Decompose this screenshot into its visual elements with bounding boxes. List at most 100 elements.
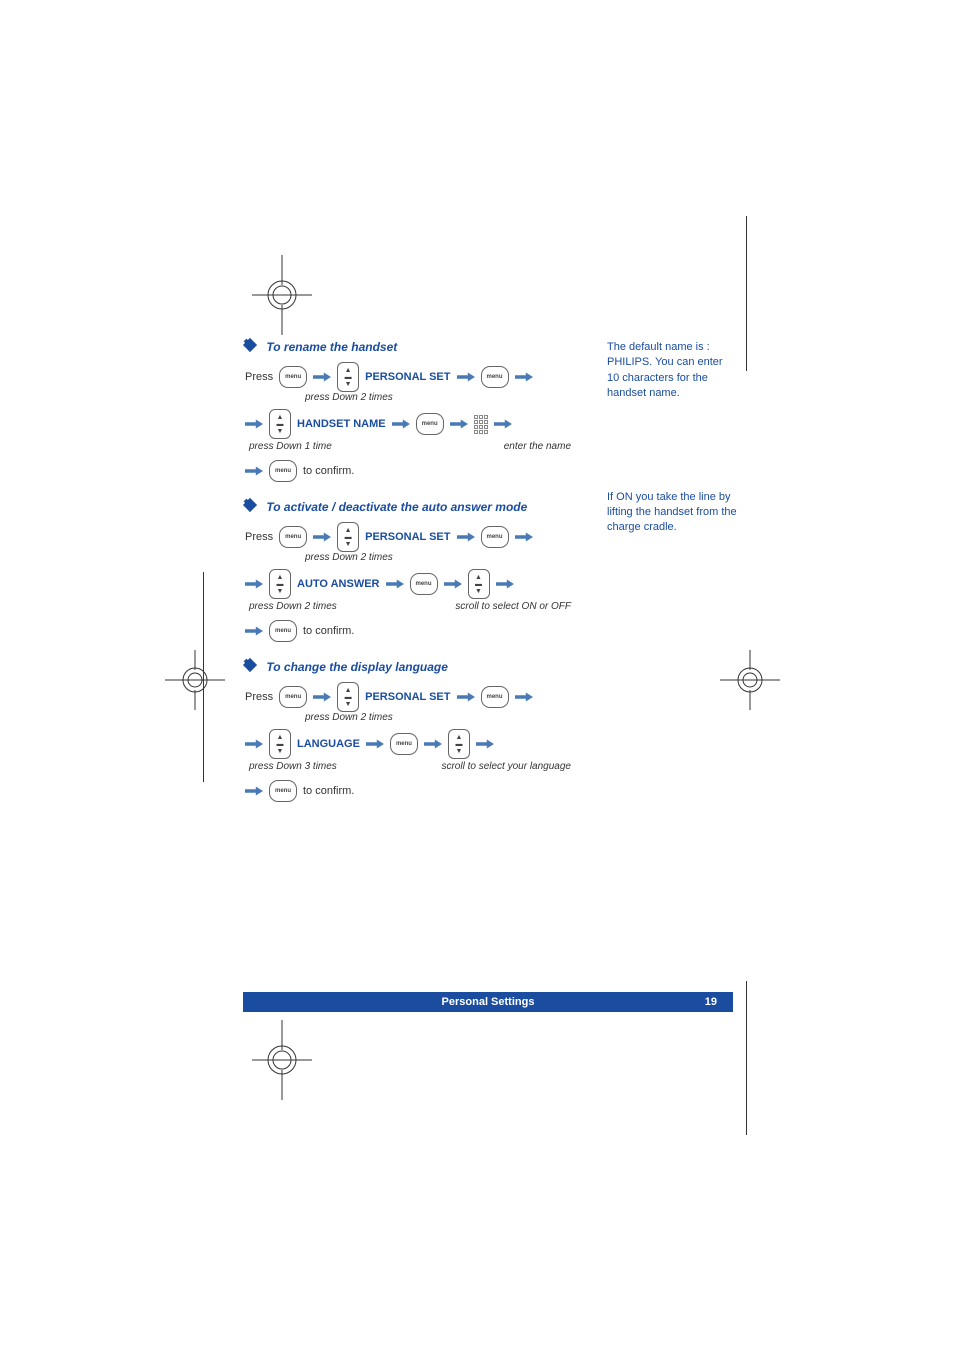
menu-button-icon: menu: [481, 526, 509, 548]
step-row: Press menu ▲▬▼ PERSONAL SET menu: [245, 522, 575, 552]
nav-button-icon: ▲▬▼: [468, 569, 490, 599]
footer-page-number: 19: [705, 996, 717, 1008]
menu-label-personal-set: PERSONAL SET: [365, 531, 450, 543]
subtext-left: press Down 3 times: [249, 761, 337, 772]
step-row: Press menu ▲▬▼ PERSONAL SET menu: [245, 362, 575, 392]
menu-button-icon: menu: [416, 413, 444, 435]
arrow-icon: [245, 466, 263, 476]
menu-button-icon: menu: [390, 733, 418, 755]
arrow-icon: [457, 372, 475, 382]
menu-button-icon: menu: [279, 366, 307, 388]
press-label: Press: [245, 691, 273, 703]
side-note-default-name: The default name is : PHILIPS. You can e…: [607, 340, 737, 402]
arrow-icon: [245, 739, 263, 749]
step-subtext: press Down 2 times: [305, 712, 575, 723]
menu-label-personal-set: PERSONAL SET: [365, 691, 450, 703]
section-title-text: To rename the handset: [266, 340, 397, 354]
menu-button-icon: menu: [269, 460, 297, 482]
section-title: To change the display language: [245, 660, 575, 674]
nav-button-icon: ▲▬▼: [269, 569, 291, 599]
press-label: Press: [245, 371, 273, 383]
section-language: To change the display language Press men…: [245, 660, 575, 802]
arrow-icon: [496, 579, 514, 589]
trim-line-left: [203, 572, 204, 782]
menu-label-personal-set: PERSONAL SET: [365, 371, 450, 383]
arrow-icon: [515, 532, 533, 542]
confirm-row: menu to confirm.: [245, 460, 575, 482]
menu-button-icon: menu: [269, 620, 297, 642]
nav-button-icon: ▲▬▼: [269, 729, 291, 759]
subtext-right: enter the name: [504, 441, 571, 452]
nav-button-icon: ▲▬▼: [337, 682, 359, 712]
crop-mark-top: [222, 255, 342, 335]
nav-button-icon: ▲▬▼: [337, 362, 359, 392]
diamond-bullet-icon: [243, 338, 257, 352]
arrow-icon: [245, 626, 263, 636]
step-subtext: press Down 2 times: [305, 392, 575, 403]
trim-line-right-bottom: [746, 981, 747, 1135]
section-title: To rename the handset: [245, 340, 575, 354]
arrow-icon: [457, 532, 475, 542]
subtext-left: press Down 1 time: [249, 441, 332, 452]
subtext-right: scroll to select your language: [441, 761, 571, 772]
arrow-icon: [245, 419, 263, 429]
menu-button-icon: menu: [410, 573, 438, 595]
spacer: [607, 430, 737, 490]
step-subtext-row: press Down 2 times scroll to select ON o…: [245, 601, 575, 612]
arrow-icon: [366, 739, 384, 749]
arrow-icon: [313, 532, 331, 542]
menu-button-icon: menu: [481, 686, 509, 708]
arrow-icon: [313, 372, 331, 382]
trim-line-right-top: [746, 216, 747, 371]
crop-mark-left: [155, 640, 235, 720]
menu-label-language: LANGUAGE: [297, 738, 360, 750]
section-rename-handset: To rename the handset Press menu ▲▬▼ PER…: [245, 340, 575, 482]
arrow-icon: [515, 372, 533, 382]
confirm-row: menu to confirm.: [245, 620, 575, 642]
content-column: To rename the handset Press menu ▲▬▼ PER…: [245, 340, 575, 820]
menu-button-icon: menu: [279, 686, 307, 708]
side-note-auto-answer: If ON you take the line by lifting the h…: [607, 490, 737, 536]
footer-title: Personal Settings: [442, 996, 535, 1008]
arrow-icon: [450, 419, 468, 429]
section-title-text: To activate / deactivate the auto answer…: [266, 500, 527, 514]
nav-button-icon: ▲▬▼: [337, 522, 359, 552]
step-row: Press menu ▲▬▼ PERSONAL SET menu: [245, 682, 575, 712]
confirm-text: to confirm.: [303, 465, 354, 477]
arrow-icon: [515, 692, 533, 702]
diamond-bullet-icon: [243, 498, 257, 512]
menu-button-icon: menu: [481, 366, 509, 388]
step-subtext: press Down 2 times: [305, 552, 575, 563]
confirm-row: menu to confirm.: [245, 780, 575, 802]
crop-mark-right: [710, 640, 790, 720]
arrow-icon: [457, 692, 475, 702]
section-title: To activate / deactivate the auto answer…: [245, 500, 575, 514]
confirm-text: to confirm.: [303, 625, 354, 637]
arrow-icon: [245, 786, 263, 796]
arrow-icon: [386, 579, 404, 589]
side-notes-column: The default name is : PHILIPS. You can e…: [607, 340, 737, 564]
subtext-right: scroll to select ON or OFF: [455, 601, 571, 612]
confirm-text: to confirm.: [303, 785, 354, 797]
arrow-icon: [313, 692, 331, 702]
step-row: ▲▬▼ AUTO ANSWER menu ▲▬▼: [245, 569, 575, 599]
press-label: Press: [245, 531, 273, 543]
page-container: To rename the handset Press menu ▲▬▼ PER…: [0, 0, 954, 1351]
nav-button-icon: ▲▬▼: [269, 409, 291, 439]
crop-mark-bottom: [222, 1020, 342, 1100]
step-subtext-row: press Down 1 time enter the name: [245, 441, 575, 452]
section-title-text: To change the display language: [266, 660, 448, 674]
menu-label-handset-name: HANDSET NAME: [297, 418, 386, 430]
menu-button-icon: menu: [269, 780, 297, 802]
menu-button-icon: menu: [279, 526, 307, 548]
arrow-icon: [444, 579, 462, 589]
section-auto-answer: To activate / deactivate the auto answer…: [245, 500, 575, 642]
subtext-left: press Down 2 times: [249, 601, 337, 612]
keypad-icon: [474, 415, 488, 434]
arrow-icon: [392, 419, 410, 429]
arrow-icon: [424, 739, 442, 749]
arrow-icon: [245, 579, 263, 589]
menu-label-auto-answer: AUTO ANSWER: [297, 578, 380, 590]
step-row: ▲▬▼ HANDSET NAME menu: [245, 409, 575, 439]
diamond-bullet-icon: [243, 658, 257, 672]
